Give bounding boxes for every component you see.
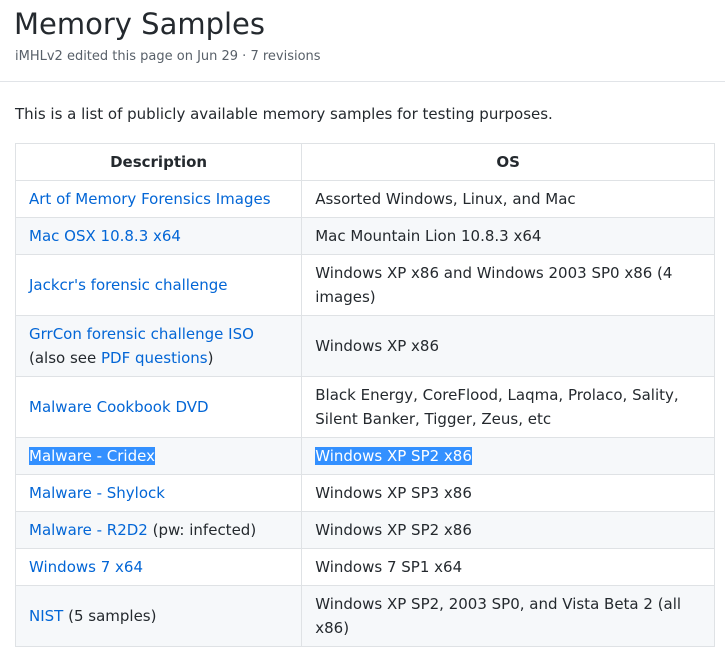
- os-cell: Assorted Windows, Linux, and Mac: [301, 180, 715, 218]
- os-cell: Black Energy, CoreFlood, Laqma, Prolaco,…: [301, 376, 715, 438]
- table-row: Malware - R2D2 (pw: infected) Windows XP…: [14, 511, 715, 549]
- description-cell: GrrCon forensic challenge ISO (also see …: [14, 315, 303, 377]
- pdf-questions-link[interactable]: PDF questions: [101, 349, 208, 367]
- description-cell: Malware Cookbook DVD: [14, 376, 303, 438]
- description-note: (5 samples): [63, 607, 157, 625]
- page-title: Memory Samples: [14, 7, 266, 41]
- table-row: Art of Memory Forensics Images Assorted …: [14, 180, 715, 218]
- description-cell: Malware - R2D2 (pw: infected): [14, 511, 303, 549]
- sample-link[interactable]: Malware Cookbook DVD: [29, 398, 209, 416]
- os-cell: Windows XP SP3 x86: [301, 474, 715, 512]
- description-note: (pw: infected): [147, 521, 257, 539]
- os-cell: Windows XP x86 and Windows 2003 SP0 x86 …: [301, 254, 715, 316]
- description-note-end: ): [207, 349, 214, 367]
- os-cell: Windows XP SP2 x86: [301, 437, 715, 475]
- description-cell: Windows 7 x64: [14, 548, 303, 586]
- os-cell: Mac Mountain Lion 10.8.3 x64: [301, 217, 715, 255]
- edit-meta: iMHLv2 edited this page on Jun 29 · 7 re…: [15, 49, 321, 64]
- table-row: GrrCon forensic challenge ISO (also see …: [14, 315, 715, 377]
- table-row: Windows 7 x64 Windows 7 SP1 x64: [14, 548, 715, 586]
- sample-link[interactable]: Jackcr's forensic challenge: [29, 276, 227, 294]
- header-divider: [0, 81, 725, 82]
- description-cell: Mac OSX 10.8.3 x64: [14, 217, 303, 255]
- os-cell: Windows XP SP2 x86: [301, 511, 715, 549]
- description-note: (also see: [29, 349, 102, 367]
- header-os: OS: [301, 143, 715, 181]
- table-row: Jackcr's forensic challenge Windows XP x…: [14, 254, 715, 316]
- header-description: Description: [14, 143, 303, 181]
- sample-link[interactable]: Mac OSX 10.8.3 x64: [29, 227, 181, 245]
- description-cell: Art of Memory Forensics Images: [14, 180, 303, 218]
- memory-samples-table: Description OS Art of Memory Forensics I…: [14, 143, 715, 647]
- os-cell: Windows XP SP2, 2003 SP0, and Vista Beta…: [301, 585, 715, 647]
- os-text-selected: Windows XP SP2 x86: [315, 447, 472, 465]
- sample-link[interactable]: NIST: [29, 607, 63, 625]
- sample-link[interactable]: Art of Memory Forensics Images: [29, 190, 271, 208]
- sample-link[interactable]: Malware - R2D2: [29, 521, 148, 539]
- sample-link[interactable]: Malware - Shylock: [29, 484, 165, 502]
- table-header-row: Description OS: [14, 143, 715, 181]
- sample-link[interactable]: Malware - Cridex: [29, 447, 155, 465]
- os-cell: Windows 7 SP1 x64: [301, 548, 715, 586]
- sample-link[interactable]: GrrCon forensic challenge ISO: [29, 325, 254, 343]
- description-cell: Malware - Shylock: [14, 474, 303, 512]
- description-cell: Malware - Cridex: [14, 437, 303, 475]
- sample-link[interactable]: Windows 7 x64: [29, 558, 143, 576]
- description-cell: Jackcr's forensic challenge: [14, 254, 303, 316]
- os-cell: Windows XP x86: [301, 315, 715, 377]
- table-row: Malware - Shylock Windows XP SP3 x86: [14, 474, 715, 512]
- table-row: NIST (5 samples) Windows XP SP2, 2003 SP…: [14, 585, 715, 647]
- table-row: Malware Cookbook DVD Black Energy, CoreF…: [14, 376, 715, 438]
- table-row: Malware - Cridex Windows XP SP2 x86: [14, 437, 715, 475]
- intro-text: This is a list of publicly available mem…: [15, 105, 553, 123]
- description-cell: NIST (5 samples): [14, 585, 303, 647]
- table-row: Mac OSX 10.8.3 x64 Mac Mountain Lion 10.…: [14, 217, 715, 255]
